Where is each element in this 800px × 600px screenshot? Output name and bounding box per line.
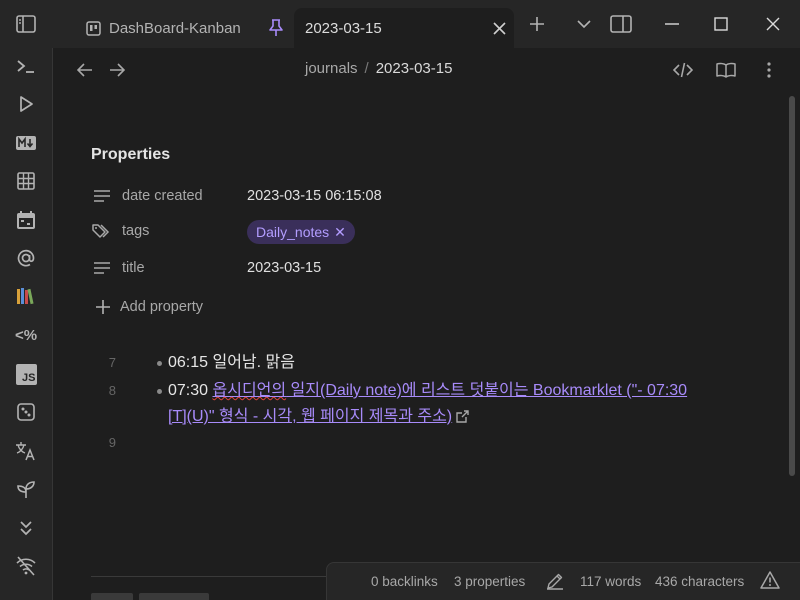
- sidebar-left-icon[interactable]: [10, 8, 42, 40]
- kanban-icon: [86, 20, 101, 36]
- view-header: journals / 2023-03-15: [53, 48, 800, 92]
- tag-label: Daily_notes: [256, 224, 330, 240]
- backlinks-heading-partial: [91, 590, 241, 600]
- at-icon[interactable]: [11, 243, 41, 273]
- external-link-icon[interactable]: [456, 406, 469, 432]
- source-mode-icon[interactable]: [669, 56, 697, 84]
- tab-dashboard-kanban[interactable]: DashBoard-Kanban: [76, 8, 286, 48]
- tag-pill[interactable]: Daily_notes ✕: [247, 220, 355, 244]
- time-text: 06:15: [168, 354, 209, 371]
- books-icon[interactable]: [11, 281, 41, 311]
- bookmarklet-link[interactable]: 옵시디언의 일지(Daily note)에 리스트 덧붙이는 Bookmarkl…: [213, 382, 688, 399]
- item-text: 일어남. 맑음: [208, 354, 295, 371]
- properties-count[interactable]: 3 properties: [454, 574, 525, 589]
- character-count: 436 characters: [655, 574, 745, 589]
- line-number: 8: [108, 383, 116, 398]
- sidebar-right-icon[interactable]: [605, 8, 637, 40]
- list-item-continuation[interactable]: [T](U)" 형식 - 시각, 웹 페이지 제목과 주소): [168, 404, 768, 432]
- scrollbar[interactable]: [789, 96, 795, 476]
- minimize-icon[interactable]: [648, 0, 696, 48]
- tags-icon[interactable]: [91, 220, 113, 242]
- tab-label: 2023-03-15: [305, 19, 382, 37]
- markdown-icon[interactable]: [11, 128, 41, 158]
- tab-2023-03-15[interactable]: 2023-03-15: [294, 8, 514, 48]
- list-item[interactable]: 07:30 옵시디언의 일지(Daily note)에 리스트 덧붙이는 Boo…: [168, 378, 768, 404]
- property-key[interactable]: date created: [122, 188, 203, 204]
- maximize-icon[interactable]: [697, 0, 745, 48]
- line-number: 9: [108, 435, 116, 450]
- forward-arrow-icon[interactable]: [103, 56, 131, 84]
- property-row-tags[interactable]: tags Daily_notes ✕: [91, 217, 751, 245]
- close-icon[interactable]: [484, 21, 514, 35]
- line-number: 7: [108, 355, 116, 370]
- play-icon[interactable]: [11, 89, 41, 119]
- link-text: 일지(Daily note)에 리스트 덧붙이는 Bookmarklet ("-…: [286, 382, 688, 399]
- sprout-icon[interactable]: [11, 474, 41, 504]
- section-divider: [91, 576, 331, 577]
- property-key[interactable]: title: [122, 260, 145, 276]
- pencil-icon[interactable]: [546, 572, 564, 593]
- close-icon[interactable]: [749, 0, 797, 48]
- text-lines-icon[interactable]: [91, 257, 113, 279]
- list-item[interactable]: 06:15 일어남. 맑음: [168, 350, 295, 376]
- word-count: 117 words: [580, 574, 642, 589]
- chevrons-down-icon[interactable]: [11, 513, 41, 543]
- property-row-title[interactable]: title 2023-03-15: [91, 254, 751, 282]
- bookmarklet-link[interactable]: [T](U)" 형식 - 시각, 웹 페이지 제목과 주소): [168, 408, 452, 425]
- text-lines-icon[interactable]: [91, 185, 113, 207]
- table-icon[interactable]: [11, 166, 41, 196]
- property-value[interactable]: 2023-03-15 06:15:08: [247, 188, 382, 204]
- calendar-icon[interactable]: [11, 205, 41, 235]
- more-options-icon[interactable]: [755, 56, 783, 84]
- pin-icon[interactable]: [264, 8, 288, 48]
- backlinks-count[interactable]: 0 backlinks: [371, 574, 438, 589]
- templater-label: <%: [14, 326, 38, 344]
- plus-icon[interactable]: [521, 8, 553, 40]
- plus-icon: [94, 300, 112, 314]
- wifi-off-icon[interactable]: [11, 551, 41, 581]
- status-bar: 0 backlinks 3 properties 117 words 436 c…: [326, 562, 800, 600]
- back-arrow-icon[interactable]: [71, 56, 99, 84]
- breadcrumb: journals / 2023-03-15: [305, 60, 452, 77]
- translate-icon[interactable]: [11, 436, 41, 466]
- javascript-icon[interactable]: JS: [11, 359, 41, 389]
- chevron-down-icon[interactable]: [568, 8, 600, 40]
- tab-label: DashBoard-Kanban: [109, 19, 241, 37]
- property-value[interactable]: 2023-03-15: [247, 260, 321, 276]
- reading-view-icon[interactable]: [712, 56, 740, 84]
- warning-icon[interactable]: [760, 571, 780, 592]
- misspelled-word: 옵시디언의: [212, 382, 287, 399]
- templater-icon[interactable]: <%: [11, 320, 41, 350]
- js-label: JS: [22, 371, 36, 384]
- add-property-button[interactable]: Add property: [94, 296, 203, 318]
- title-bar: DashBoard-Kanban 2023-03-15: [0, 0, 800, 48]
- property-row-date-created[interactable]: date created 2023-03-15 06:15:08: [91, 182, 751, 210]
- properties-heading[interactable]: Properties: [91, 146, 170, 164]
- list-bullet[interactable]: [157, 389, 162, 394]
- terminal-icon[interactable]: [11, 51, 41, 81]
- dice-icon[interactable]: [11, 397, 41, 427]
- breadcrumb-folder[interactable]: journals: [305, 60, 358, 77]
- list-bullet[interactable]: [157, 361, 162, 366]
- time-text: 07:30: [168, 382, 209, 399]
- ribbon: <% JS: [0, 48, 53, 600]
- add-property-label: Add property: [120, 299, 204, 315]
- breadcrumb-separator: /: [364, 60, 369, 77]
- property-key[interactable]: tags: [122, 223, 149, 239]
- remove-tag-icon[interactable]: ✕: [334, 224, 346, 241]
- breadcrumb-file[interactable]: 2023-03-15: [376, 60, 453, 77]
